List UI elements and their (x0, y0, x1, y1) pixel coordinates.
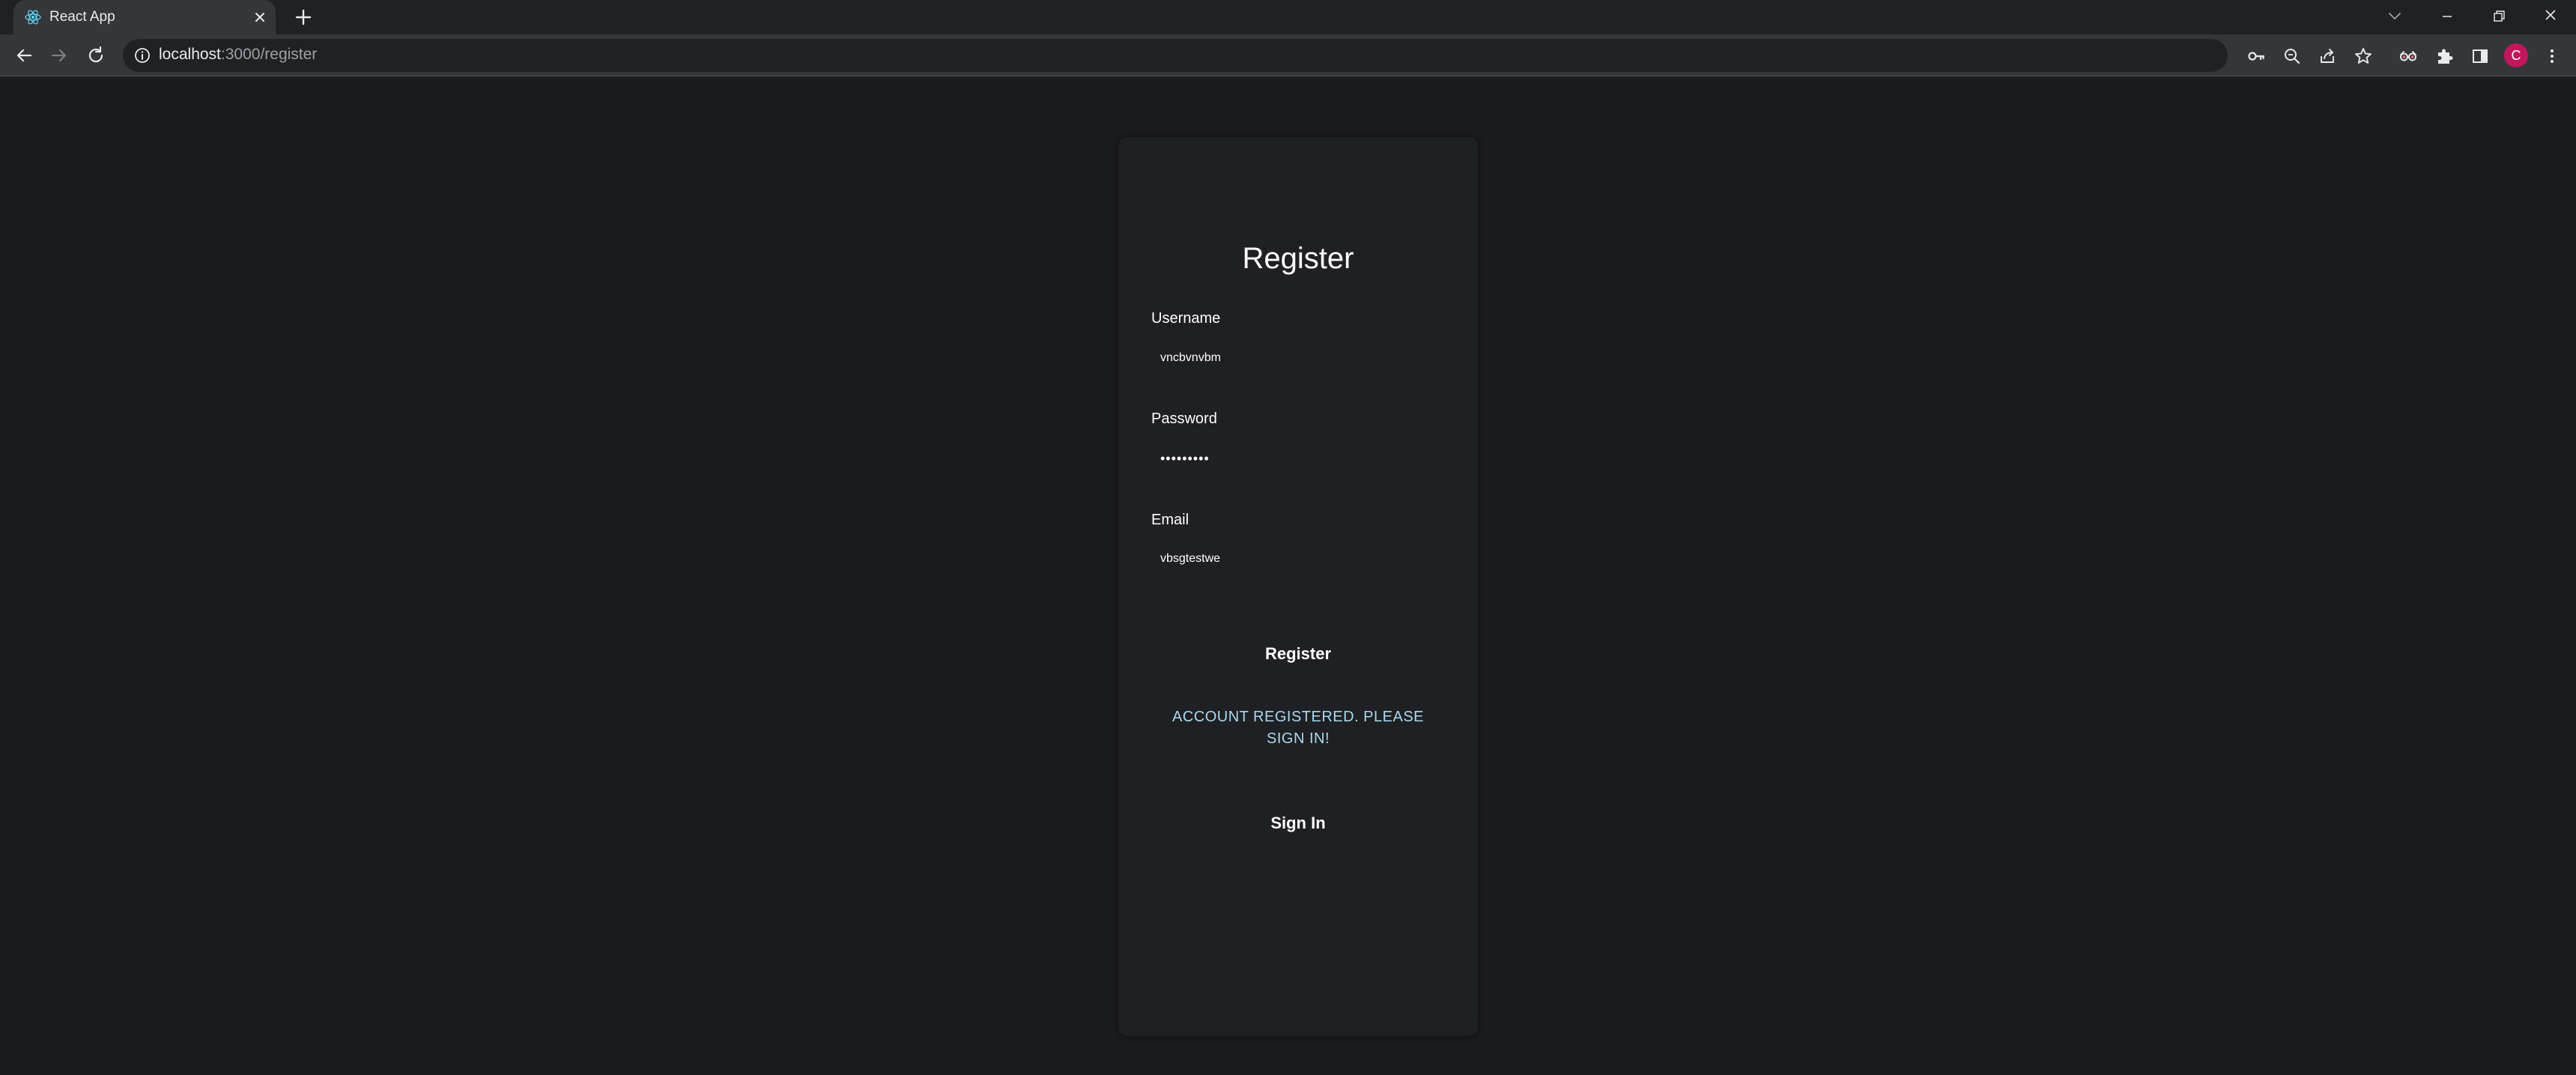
extensions-puzzle-icon[interactable] (2434, 46, 2455, 67)
email-input[interactable] (1151, 544, 1451, 574)
url-text[interactable]: localhost:3000/register (159, 46, 317, 64)
page-body: Register Username Password Email Registe… (0, 77, 2576, 1075)
new-tab-plus-icon[interactable] (294, 7, 313, 27)
side-panel-icon[interactable] (2470, 46, 2491, 67)
close-window-icon[interactable] (2537, 3, 2564, 30)
more-menu-icon[interactable] (2542, 46, 2563, 67)
bookmark-star-icon[interactable] (2353, 46, 2374, 67)
url-path: :3000/register (220, 46, 318, 63)
address-bar[interactable] (123, 39, 2228, 72)
react-logo-icon (25, 10, 41, 25)
profile-avatar[interactable]: C (2504, 43, 2528, 67)
status-message: ACCOUNT REGISTERED. PLEASE SIGN IN! (1172, 709, 1425, 747)
browser-toolbar: localhost:3000/register (0, 34, 2576, 76)
email-label: Email (1151, 512, 1189, 528)
extension-glasses-icon[interactable] (2398, 46, 2419, 67)
site-info-icon[interactable] (133, 46, 151, 64)
key-icon[interactable] (2246, 46, 2267, 67)
register-card: Register Username Password Email Registe… (1118, 137, 1478, 1036)
restore-window-icon[interactable] (2485, 3, 2512, 30)
forward-arrow-icon[interactable] (48, 44, 70, 67)
tab-search-chevron-down-icon[interactable] (2381, 3, 2408, 30)
tab-title: React App (49, 9, 115, 25)
zoom-icon[interactable] (2282, 46, 2303, 67)
username-label: Username (1151, 310, 1221, 327)
page-title: Register (1242, 242, 1354, 275)
reload-icon[interactable] (85, 44, 107, 67)
password-input[interactable] (1151, 443, 1451, 473)
username-input[interactable] (1151, 343, 1451, 373)
url-host: localhost (159, 46, 221, 63)
back-arrow-icon[interactable] (13, 44, 35, 67)
close-tab-icon[interactable] (252, 9, 268, 25)
register-button[interactable]: Register (1118, 638, 1478, 670)
browser-titlebar: React App (0, 0, 2576, 34)
password-label: Password (1151, 411, 1217, 427)
sign-in-button[interactable]: Sign In (1118, 807, 1478, 840)
browser-tab-react-app[interactable]: React App (13, 0, 276, 34)
share-icon[interactable] (2317, 46, 2338, 67)
minimize-window-icon[interactable] (2434, 3, 2461, 30)
